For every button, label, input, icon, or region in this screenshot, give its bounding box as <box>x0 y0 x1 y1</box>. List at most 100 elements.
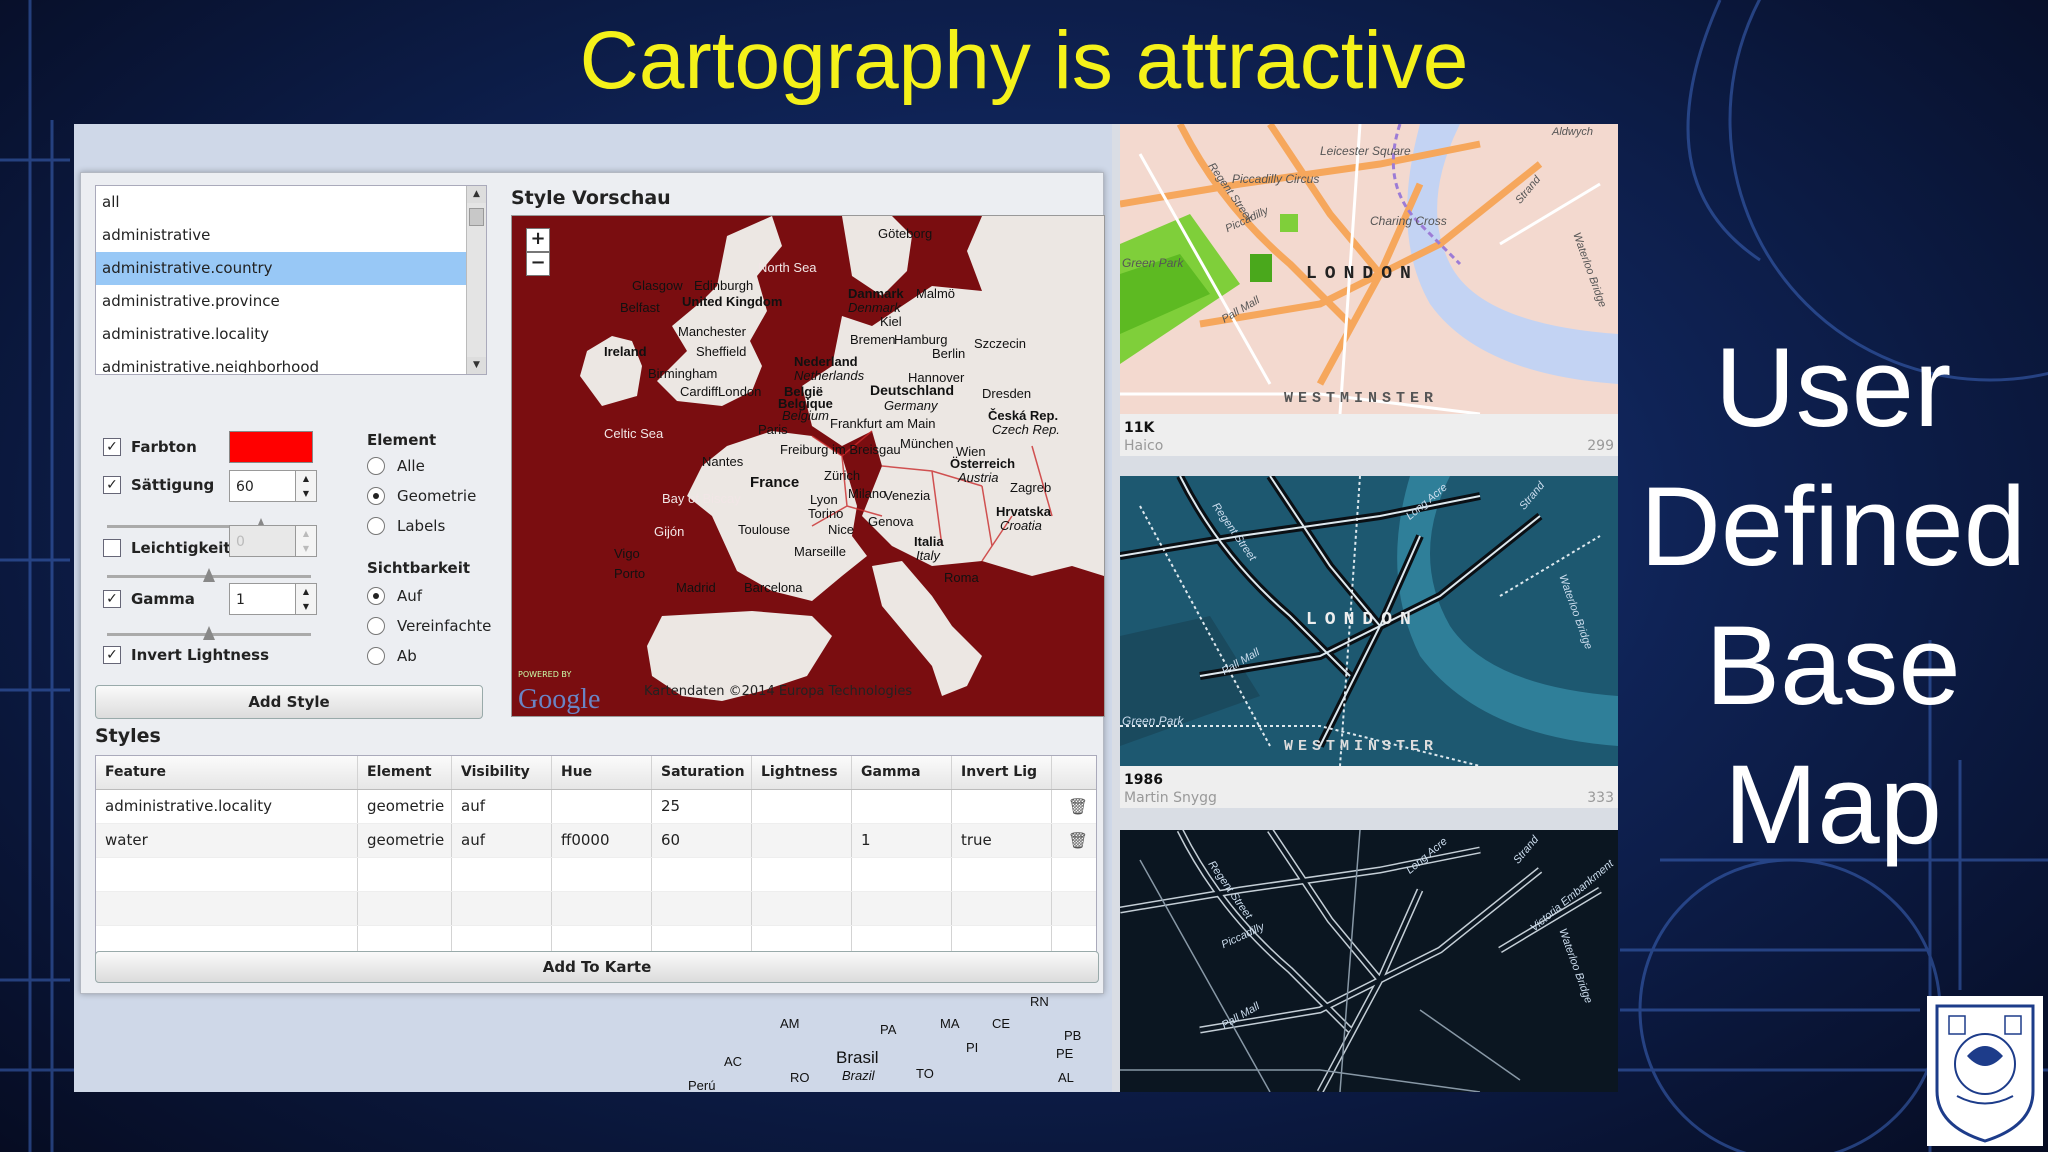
tile-street-label: Charing Cross <box>1370 214 1447 228</box>
layer-item[interactable]: administrative.neighborhood <box>96 351 486 373</box>
farbton-checkbox[interactable]: ✓ <box>103 438 121 456</box>
radio-icon[interactable] <box>367 647 385 665</box>
leichtigkeit-slider[interactable] <box>107 568 311 582</box>
map-label: Kiel <box>880 314 902 329</box>
map-label: Denmark <box>848 300 901 315</box>
map-label: Hrvatska <box>996 504 1051 519</box>
column-header[interactable]: Gamma <box>852 756 952 789</box>
tile-district-name: WESTMINSTER <box>1284 738 1439 755</box>
sichtbarkeit-option-ab[interactable]: Ab <box>367 647 417 665</box>
saettigung-checkbox[interactable]: ✓ <box>103 476 121 494</box>
layer-item[interactable]: administrative <box>96 219 486 252</box>
leichtigkeit-row: Leichtigkeit <box>103 536 231 560</box>
map-style-tile[interactable]: LONDON WESTMINSTER Leicester Square Picc… <box>1120 124 1618 456</box>
sichtbarkeit-option-vereinfachte[interactable]: Vereinfachte <box>367 617 491 635</box>
layer-item[interactable]: all <box>96 186 486 219</box>
map-label: Ireland <box>604 344 647 359</box>
column-header[interactable]: Hue <box>552 756 652 789</box>
underlay-label: MA <box>940 1016 960 1031</box>
element-option-alle[interactable]: Alle <box>367 457 425 475</box>
element-option-labels[interactable]: Labels <box>367 517 445 535</box>
slider-thumb[interactable] <box>203 568 215 582</box>
slider-thumb[interactable] <box>203 626 215 640</box>
map-label: Paris <box>758 422 788 437</box>
style-preview-label: Style Vorschau <box>511 187 671 209</box>
tile-city-name: LONDON <box>1306 264 1419 284</box>
column-header[interactable]: Invert Lig <box>952 756 1052 789</box>
map-label: Berlin <box>932 346 966 361</box>
column-header[interactable]: Lightness <box>752 756 852 789</box>
table-row[interactable]: water geometrie auf ff0000 60 1 true 🗑 <box>96 824 1096 858</box>
gamma-input[interactable]: 1 <box>229 583 297 615</box>
tile-street-label: Green Park <box>1122 256 1184 270</box>
sichtbarkeit-option-auf[interactable]: Auf <box>367 587 422 605</box>
column-header[interactable]: Visibility <box>452 756 552 789</box>
radio-selected-icon[interactable] <box>367 587 385 605</box>
underlay-label: AL <box>1058 1070 1074 1085</box>
leichtigkeit-label: Leichtigkeit <box>131 539 231 557</box>
layer-item[interactable]: administrative.locality <box>96 318 486 351</box>
invert-checkbox[interactable]: ✓ <box>103 646 121 664</box>
sichtbarkeit-group-title: Sichtbarkeit <box>367 559 471 577</box>
gamma-slider[interactable] <box>107 626 311 640</box>
table-cell <box>852 790 952 823</box>
tile-street-label: Leicester Square <box>1320 144 1411 158</box>
map-label: Germany <box>884 398 938 413</box>
tile-city-name: LONDON <box>1306 610 1419 630</box>
add-style-button[interactable]: Add Style <box>95 685 483 719</box>
map-label: Birmingham <box>648 366 718 381</box>
saettigung-label: Sättigung <box>131 476 215 494</box>
map-label: Glasgow <box>632 278 683 293</box>
column-header[interactable]: Feature <box>96 756 358 789</box>
layer-list[interactable]: all administrative administrative.countr… <box>95 185 487 375</box>
column-header-actions <box>1052 756 1094 789</box>
gamma-stepper[interactable]: ▲ ▼ <box>295 583 317 615</box>
tile-street-label: Green Park <box>1122 714 1184 728</box>
element-option-geometrie[interactable]: Geometrie <box>367 487 476 505</box>
radio-icon[interactable] <box>367 457 385 475</box>
tile-title: 1986 <box>1124 772 1163 788</box>
slide-title: Cartography is attractive <box>579 15 1469 106</box>
zoom-in-button[interactable]: + <box>526 228 550 252</box>
radio-icon[interactable] <box>367 617 385 635</box>
saettigung-stepper[interactable]: ▲ ▼ <box>295 470 317 502</box>
scroll-up-icon[interactable]: ▲ <box>467 186 486 203</box>
table-row[interactable]: administrative.locality geometrie auf 25… <box>96 790 1096 824</box>
saettigung-input[interactable]: 60 <box>229 470 297 502</box>
delete-row-icon[interactable]: 🗑 <box>1052 824 1094 857</box>
map-label: Hamburg <box>894 332 948 347</box>
column-header[interactable]: Saturation <box>652 756 752 789</box>
map-label: United Kingdom <box>682 294 783 309</box>
zoom-out-button[interactable]: − <box>526 252 550 276</box>
add-to-karte-button[interactable]: Add To Karte <box>95 951 1099 983</box>
farbton-color-picker[interactable] <box>229 431 313 463</box>
university-seal-logo <box>1927 996 2043 1146</box>
scroll-down-icon[interactable]: ▼ <box>467 357 486 374</box>
scroll-thumb[interactable] <box>469 208 484 226</box>
delete-row-icon[interactable]: 🗑 <box>1052 790 1094 823</box>
map-label: Torino <box>808 506 844 521</box>
map-label: Hannover <box>908 370 965 385</box>
style-preview-map[interactable]: + − North Sea Glasgow Edinburgh United K… <box>511 215 1105 717</box>
underlay-label: RO <box>790 1070 810 1085</box>
leichtigkeit-input[interactable]: 0 <box>229 525 297 557</box>
leichtigkeit-stepper[interactable]: ▲ ▼ <box>295 525 317 557</box>
map-label: Belfast <box>620 300 660 315</box>
radio-icon[interactable] <box>367 517 385 535</box>
layer-item-selected[interactable]: administrative.country <box>96 252 486 285</box>
layer-list-scrollbar[interactable]: ▲ ▼ <box>466 186 486 374</box>
map-label: Malmö <box>916 286 956 301</box>
table-cell: water <box>96 824 358 857</box>
underlay-label: TO <box>916 1066 934 1081</box>
tile-street-label: Aldwych <box>1552 126 1593 138</box>
map-label: Marseille <box>794 544 847 559</box>
gamma-checkbox[interactable]: ✓ <box>103 590 121 608</box>
leichtigkeit-checkbox[interactable] <box>103 539 121 557</box>
column-header[interactable]: Element <box>358 756 452 789</box>
map-style-tile[interactable]: Regent Street Piccadilly Long Acre Stran… <box>1120 830 1618 1092</box>
map-style-tile[interactable]: LONDON WESTMINSTER Regent Street Long Ac… <box>1120 476 1618 808</box>
element-group-title: Element <box>367 431 437 449</box>
layer-item[interactable]: administrative.province <box>96 285 486 318</box>
radio-selected-icon[interactable] <box>367 487 385 505</box>
table-cell: geometrie <box>358 790 452 823</box>
